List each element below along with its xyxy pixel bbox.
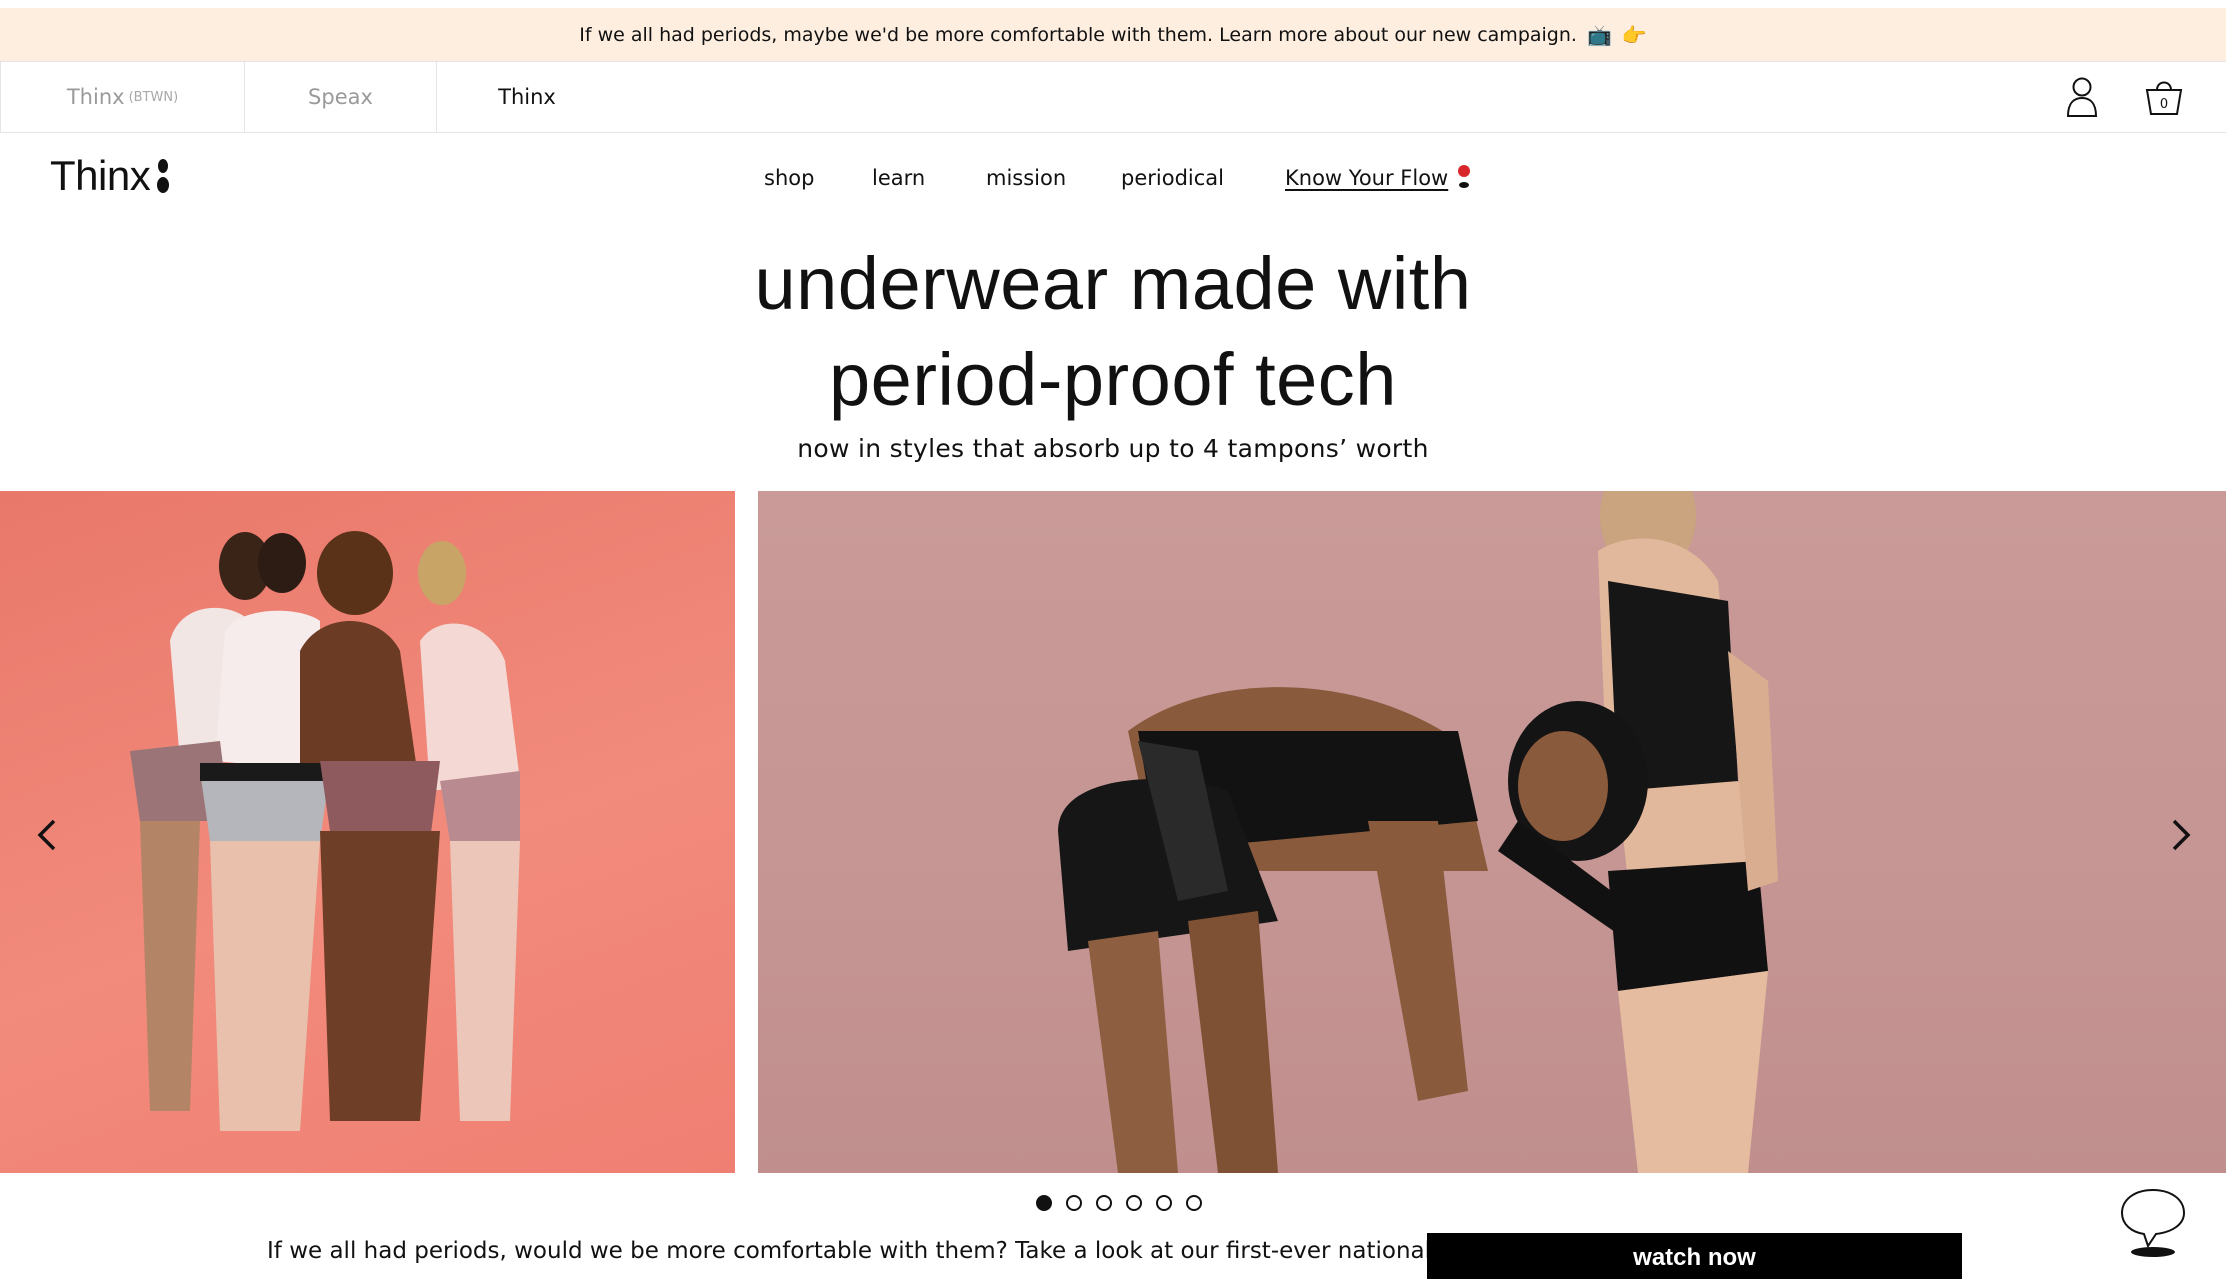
group-photo-image — [130, 531, 520, 1131]
carousel-slide-group-photo[interactable] — [0, 491, 735, 1173]
carousel-next-arrow-icon[interactable] — [2166, 815, 2196, 855]
watch-now-button[interactable]: watch now — [1427, 1233, 1962, 1279]
carousel-dot-2[interactable] — [1066, 1195, 1082, 1211]
pointing-hand-icon: 👉 — [1621, 22, 1647, 47]
nav-shop[interactable]: shop — [764, 166, 814, 190]
hero-title: underwear made with period-proof tech — [0, 236, 2226, 428]
carousel-dot-4[interactable] — [1126, 1195, 1142, 1211]
flow-drop-icon — [1458, 165, 1470, 188]
carousel-dot-6[interactable] — [1186, 1195, 1202, 1211]
brand-tab-label: Thinx — [66, 85, 125, 109]
brand-tab-thinx-btwn[interactable]: Thinx (BTWN) — [0, 62, 245, 132]
account-icon[interactable] — [2064, 76, 2100, 118]
brand-tab-thinx[interactable]: Thinx — [437, 62, 617, 132]
nav-periodical[interactable]: periodical — [1121, 166, 1224, 190]
carousel-slide-black-set[interactable] — [758, 491, 2226, 1173]
hero-title-line2: period-proof tech — [829, 338, 1397, 421]
cart-icon[interactable]: 0 — [2142, 74, 2186, 120]
logo-text: Thinx — [50, 152, 151, 199]
promo-text: If we all had periods, would we be more … — [267, 1238, 1432, 1264]
brand-tab-speax[interactable]: Speax — [245, 62, 437, 132]
chat-bubble-icon[interactable] — [2118, 1186, 2188, 1258]
tv-icon: 📺 — [1586, 22, 1612, 47]
brand-tab-suffix: (BTWN) — [128, 89, 179, 105]
black-set-photo-image — [1058, 491, 1778, 1173]
announcement-bar[interactable]: If we all had periods, maybe we'd be mor… — [0, 8, 2226, 61]
thinx-logo[interactable]: Thinx — [50, 152, 170, 200]
carousel-dot-3[interactable] — [1096, 1195, 1112, 1211]
hero-title-line1: underwear made with — [754, 242, 1472, 325]
announcement-text[interactable]: If we all had periods, maybe we'd be mor… — [579, 24, 1577, 46]
nav-learn[interactable]: learn — [872, 166, 925, 190]
nav-know-your-flow[interactable]: Know Your Flow — [1285, 166, 1448, 190]
hero-subtitle: now in styles that absorb up to 4 tampon… — [797, 434, 1429, 463]
brand-tab-label: Speax — [308, 85, 373, 109]
carousel-prev-arrow-icon[interactable] — [32, 815, 62, 855]
carousel-dot-1[interactable] — [1036, 1195, 1052, 1211]
carousel-dot-5[interactable] — [1156, 1195, 1172, 1211]
cart-count: 0 — [2160, 97, 2168, 112]
brand-tab-label: Thinx — [498, 85, 556, 109]
logo-mark-icon — [157, 159, 170, 193]
carousel-pagination — [1036, 1195, 1202, 1211]
brand-switcher: Thinx (BTWN) Speax Thinx 0 — [0, 61, 2226, 133]
nav-mission[interactable]: mission — [986, 166, 1066, 190]
